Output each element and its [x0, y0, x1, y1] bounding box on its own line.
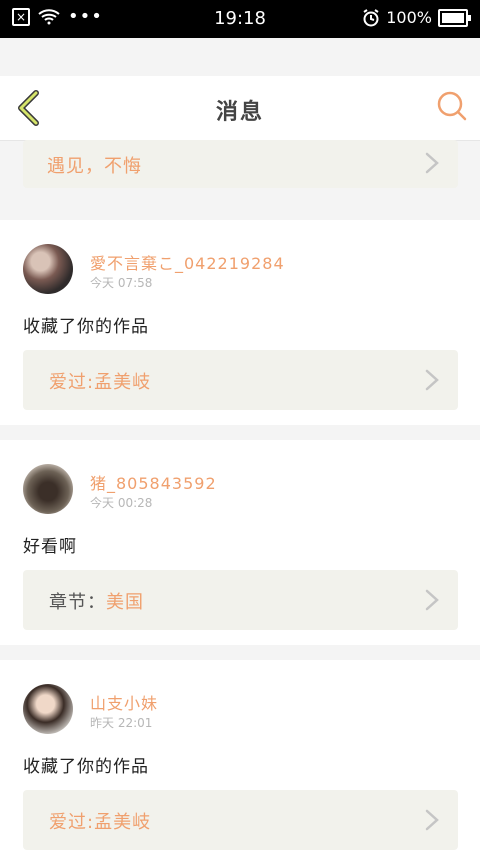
message-link-value: 爱过:孟美岐: [49, 372, 152, 393]
message-card: 愛不言棄こ_042219284 今天 07:58 收藏了你的作品 爱过:孟美岐: [0, 220, 480, 425]
message-card: 山支小妹 昨天 22:01 收藏了你的作品 爱过:孟美岐: [0, 660, 480, 860]
message-content: 收藏了你的作品: [23, 757, 149, 777]
chevron-right-icon: [425, 809, 439, 831]
message-link[interactable]: 章节：美国: [23, 570, 458, 630]
message-content: 收藏了你的作品: [23, 317, 149, 337]
battery-percent: 100%: [386, 8, 432, 27]
message-link-value: 美国: [106, 592, 144, 613]
message-time: 今天 07:58: [90, 276, 153, 290]
message-link-label: 章节：: [49, 592, 106, 613]
status-icons-right: 100%: [362, 8, 471, 27]
message-link-text: 章节：美国: [49, 588, 144, 614]
status-bar: × ••• 19:18 100%: [0, 0, 480, 38]
page-title: 消息: [215, 100, 264, 125]
alarm-icon: [363, 8, 379, 26]
chevron-right-icon: [425, 589, 439, 611]
battery-icon: [438, 8, 471, 27]
avatar[interactable]: [23, 464, 73, 514]
search-icon[interactable]: [436, 90, 468, 122]
top-link-text: 遇见，不悔: [47, 156, 142, 177]
message-link[interactable]: 爱过:孟美岐: [23, 790, 458, 850]
chevron-right-icon: [425, 152, 439, 174]
message-link-value: 爱过:孟美岐: [49, 812, 152, 833]
message-content: 好看啊: [23, 537, 77, 557]
avatar[interactable]: [23, 244, 73, 294]
top-link-item[interactable]: 遇见，不悔: [23, 140, 458, 188]
message-card: 猪_805843592 今天 00:28 好看啊 章节：美国: [0, 440, 480, 645]
app-header: 消息: [0, 76, 480, 141]
message-user[interactable]: 猪_805843592: [90, 470, 217, 494]
message-link-text: 爱过:孟美岐: [49, 808, 151, 834]
message-time: 今天 00:28: [90, 496, 153, 510]
message-link[interactable]: 爱过:孟美岐: [23, 350, 458, 410]
message-user[interactable]: 愛不言棄こ_042219284: [90, 250, 285, 274]
message-time: 昨天 22:01: [90, 716, 153, 730]
avatar[interactable]: [23, 684, 73, 734]
message-user[interactable]: 山支小妹: [90, 690, 158, 714]
message-link-text: 爱过:孟美岐: [49, 368, 151, 394]
chevron-right-icon: [425, 369, 439, 391]
